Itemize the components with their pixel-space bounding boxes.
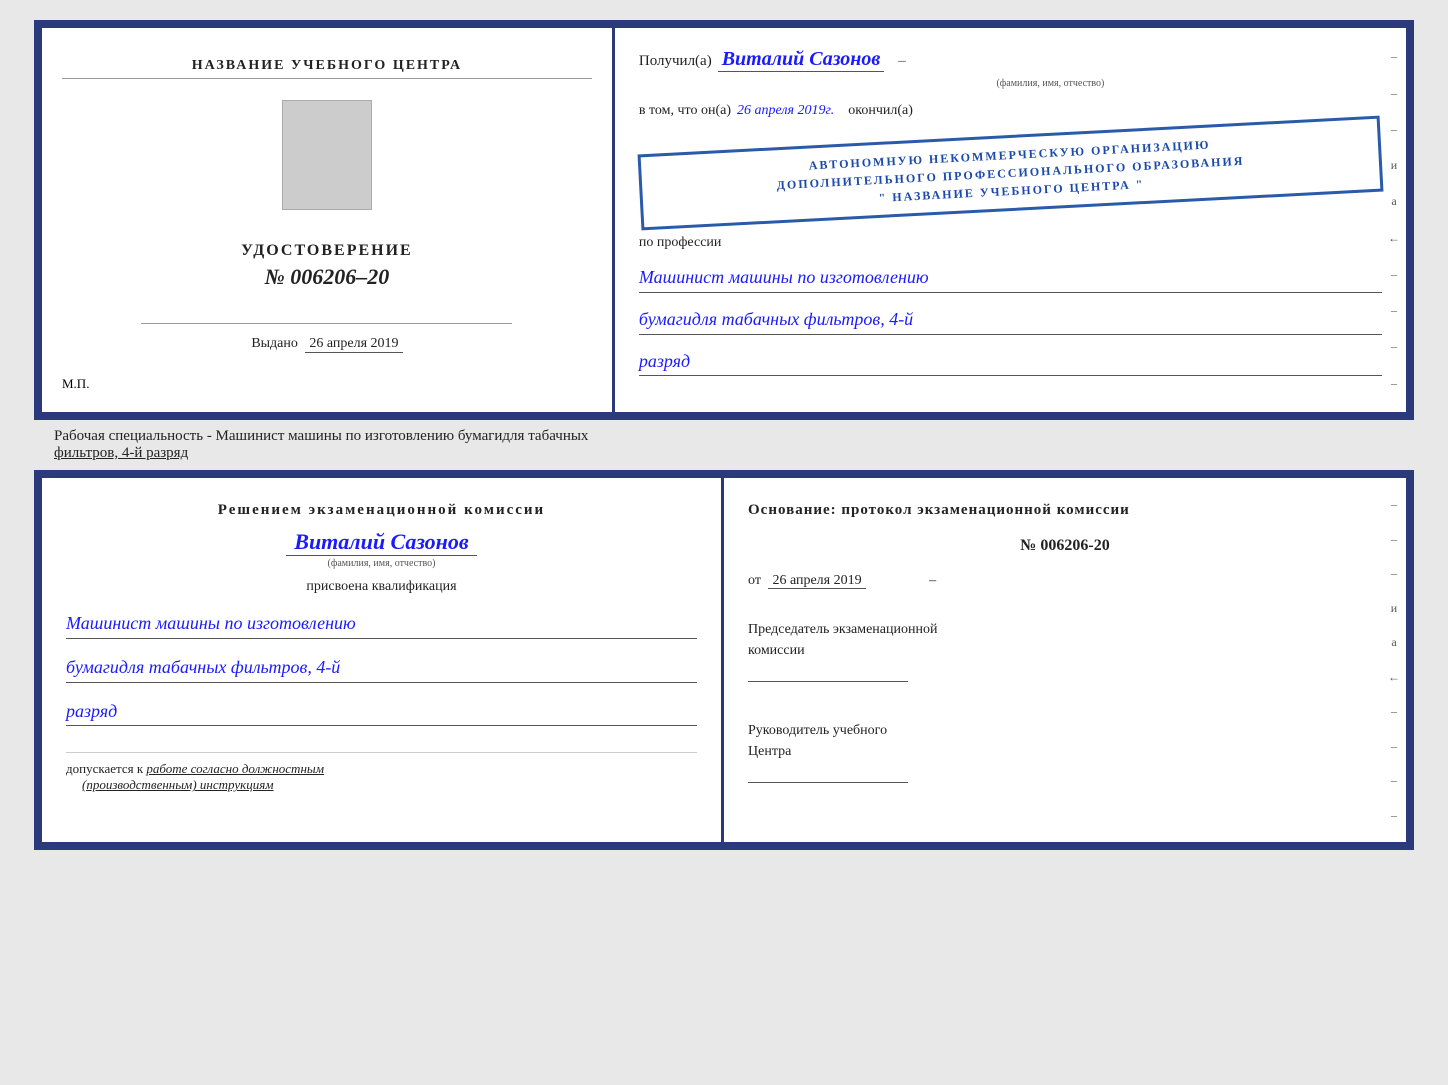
middle-line1: Рабочая специальность - Машинист машины … [54, 428, 1394, 445]
stamp-block: АВТОНОМНУЮ НЕКОММЕРЧЕСКУЮ ОРГАНИЗАЦИЮ ДО… [637, 116, 1383, 231]
dopuskaetsya-label: допускается к [66, 761, 143, 776]
predsedatel-block: Председатель экзаменационной комиссии [748, 619, 1382, 682]
udostoverenie-number: № 006206–20 [241, 264, 413, 290]
ot-date: 26 апреля 2019 [768, 573, 865, 589]
v-tom-label: в том, что он(а) [639, 103, 731, 119]
kval-handwritten-2: бумагидля табачных фильтров, 4-й [66, 653, 697, 683]
kval-handwritten-3: разряд [66, 697, 697, 727]
side-dashes-top: –––иа←–––– [1386, 28, 1402, 412]
protocol-number: № 006206-20 [748, 537, 1382, 555]
photo-placeholder [282, 100, 372, 210]
center-name-label: НАЗВАНИЕ УЧЕБНОГО ЦЕНТРА [62, 58, 592, 79]
certificate-top: НАЗВАНИЕ УЧЕБНОГО ЦЕНТРА УДОСТОВЕРЕНИЕ №… [34, 20, 1414, 420]
udostoverenie-label: УДОСТОВЕРЕНИЕ [241, 242, 413, 260]
prof-handwritten-1: Машинист машины по изготовлению [639, 263, 1382, 293]
rukovoditel-title: Руководитель учебного Центра [748, 720, 1382, 762]
ot-label: от [748, 573, 761, 588]
ot-block: от 26 апреля 2019 – [748, 573, 1382, 589]
middle-text: Рабочая специальность - Машинист машины … [34, 420, 1414, 470]
prof-handwritten-2: бумагидля табачных фильтров, 4-й [639, 305, 1382, 335]
cert-left-panel: НАЗВАНИЕ УЧЕБНОГО ЦЕНТРА УДОСТОВЕРЕНИЕ №… [42, 28, 615, 412]
fio-handwritten-bottom: Виталий Сазонов [286, 529, 476, 556]
bottom-right-panel: Основание: протокол экзаменационной коми… [724, 478, 1406, 842]
resheniyem-title: Решением экзаменационной комиссии [66, 502, 697, 519]
prisvoyena-text: присвоена квалификация [66, 579, 697, 595]
vydano-block: Выдано 26 апреля 2019 [251, 336, 402, 353]
rukovoditel-block: Руководитель учебного Центра [748, 720, 1382, 783]
dopuskaetsya-block: допускается к работе согласно должностны… [66, 752, 697, 793]
certificate-bottom: Решением экзаменационной комиссии Витали… [34, 470, 1414, 850]
fio-block-bottom: Виталий Сазонов (фамилия, имя, отчество) [66, 529, 697, 569]
bottom-left-panel: Решением экзаменационной комиссии Витали… [42, 478, 724, 842]
fio-sub-bottom: (фамилия, имя, отчество) [66, 558, 697, 569]
vydano-label: Выдано [251, 336, 298, 351]
prof-handwritten-3: разряд [639, 347, 1382, 377]
poluchil-line: Получил(а) Виталий Сазонов – (фамилия, и… [639, 48, 1382, 89]
date-handwritten: 26 апреля 2019г. [737, 103, 834, 119]
kval-handwritten-1: Машинист машины по изготовлению [66, 609, 697, 639]
okonchil-label: окончил(а) [848, 103, 913, 119]
cert-right-panel: Получил(а) Виталий Сазонов – (фамилия, и… [615, 28, 1406, 412]
mp-label: М.П. [62, 376, 89, 392]
udostoverenie-block: УДОСТОВЕРЕНИЕ № 006206–20 [241, 242, 413, 290]
rukovoditel-signature-line [748, 782, 908, 783]
predsedatel-signature-line [748, 681, 908, 682]
fio-handwritten-top: Виталий Сазонов [718, 48, 885, 72]
po-professii-label: по профессии [639, 235, 1382, 251]
middle-line2: фильтров, 4-й разряд [54, 445, 1394, 462]
side-dashes-bottom: –––иа←–––– [1386, 478, 1402, 842]
dopuskaetsya-italic-1: работе согласно должностным [146, 761, 324, 776]
vydano-date: 26 апреля 2019 [305, 336, 402, 353]
v-tom-line: в том, что он(а) 26 апреля 2019г. окончи… [639, 103, 1382, 119]
poluchil-label: Получил(а) [639, 53, 712, 70]
osnovanie-title: Основание: протокол экзаменационной коми… [748, 502, 1382, 519]
fio-subtitle-top: (фамилия, имя, отчество) [719, 78, 1382, 89]
dopuskaetsya-italic-2: (производственным) инструкциям [82, 777, 274, 792]
predsedatel-title: Председатель экзаменационной комиссии [748, 619, 1382, 661]
